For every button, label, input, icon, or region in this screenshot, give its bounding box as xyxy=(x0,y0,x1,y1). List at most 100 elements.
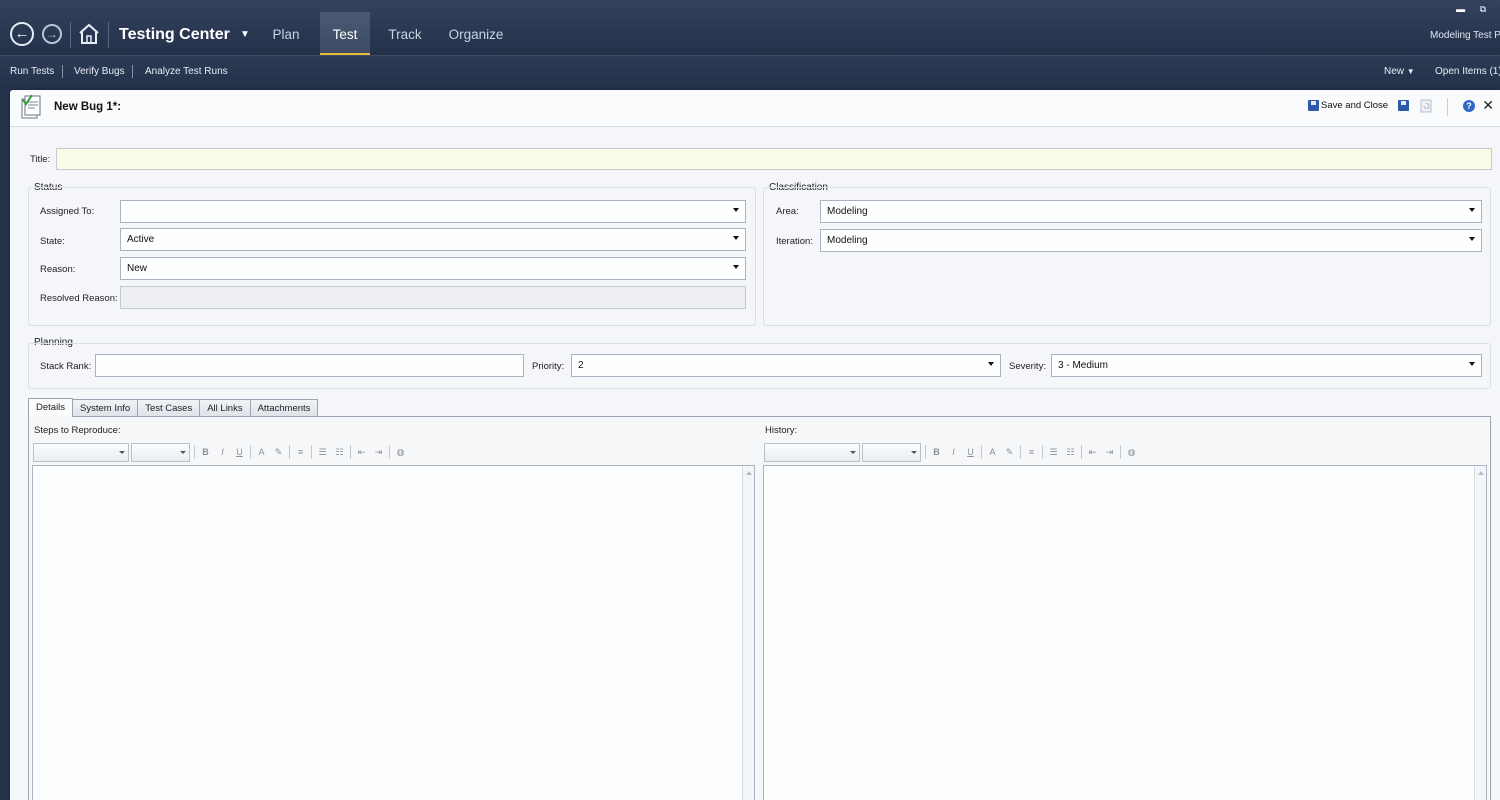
chevron-down-icon xyxy=(1469,362,1475,366)
steps-scrollbar[interactable] xyxy=(742,466,754,800)
subnav-divider xyxy=(132,65,133,78)
tab-test-cases[interactable]: Test Cases xyxy=(137,399,201,417)
font-family-combo[interactable] xyxy=(33,442,129,462)
open-items-button[interactable]: Open Items (1) xyxy=(1435,66,1500,77)
steps-to-reproduce-label: Steps to Reproduce: xyxy=(34,425,121,436)
font-color-icon[interactable]: A xyxy=(985,444,1000,460)
insert-image-icon[interactable]: ◍ xyxy=(1124,444,1139,460)
state-dropdown[interactable]: Active xyxy=(120,228,746,251)
severity-value: 3 - Medium xyxy=(1058,360,1109,371)
save-icon[interactable] xyxy=(1398,100,1409,111)
numbering-icon[interactable]: ☷ xyxy=(332,444,347,460)
tab-track[interactable]: Track xyxy=(380,12,430,56)
stack-rank-field[interactable] xyxy=(95,354,524,377)
forward-arrow-icon[interactable]: → xyxy=(42,24,62,44)
toolbar-divider xyxy=(925,445,926,459)
toolbar-divider xyxy=(1020,445,1021,459)
save-icon xyxy=(1308,100,1319,111)
italic-button[interactable]: I xyxy=(946,444,961,460)
bullets-icon[interactable]: ☰ xyxy=(315,444,330,460)
details-tab-panel: Steps to Reproduce: B I U A ✎ ≡ ☰ ☷ ⇤ ⇥ … xyxy=(28,416,1491,800)
indent-icon[interactable]: ⇥ xyxy=(371,444,386,460)
save-and-close-label: Save and Close xyxy=(1321,100,1389,111)
tab-details[interactable]: Details xyxy=(28,398,74,417)
area-dropdown[interactable]: Modeling xyxy=(820,200,1482,223)
tab-attachments[interactable]: Attachments xyxy=(249,399,319,417)
bug-document: New Bug 1*: Save and Close ? ✕ Title: St… xyxy=(10,90,1500,800)
bold-button[interactable]: B xyxy=(198,444,213,460)
subnav-verify-bugs[interactable]: Verify Bugs xyxy=(74,66,125,77)
new-menu-button[interactable]: New ▼ xyxy=(1384,66,1415,77)
state-value: Active xyxy=(127,234,155,245)
toolbar-divider xyxy=(1042,445,1043,459)
subnav-analyze-test-runs[interactable]: Analyze Test Runs xyxy=(145,66,228,77)
chevron-down-icon: ▼ xyxy=(1406,67,1415,76)
align-icon[interactable]: ≡ xyxy=(293,444,308,460)
assigned-to-dropdown[interactable] xyxy=(120,200,746,223)
highlight-icon[interactable]: ✎ xyxy=(271,444,286,460)
font-family-combo[interactable] xyxy=(764,442,860,462)
header-divider xyxy=(1447,98,1448,116)
numbering-icon[interactable]: ☷ xyxy=(1063,444,1078,460)
iteration-label: Iteration: xyxy=(776,236,813,247)
history-label: History: xyxy=(765,425,798,436)
indent-icon[interactable]: ⇥ xyxy=(1102,444,1117,460)
font-color-icon[interactable]: A xyxy=(254,444,269,460)
title-field[interactable] xyxy=(56,148,1492,170)
outdent-icon[interactable]: ⇤ xyxy=(1085,444,1100,460)
toolbar-divider xyxy=(289,445,290,459)
iteration-dropdown[interactable]: Modeling xyxy=(820,229,1482,252)
highlight-icon[interactable]: ✎ xyxy=(1002,444,1017,460)
insert-image-icon[interactable]: ◍ xyxy=(393,444,408,460)
reason-label: Reason: xyxy=(40,264,76,275)
new-menu-label: New xyxy=(1384,66,1405,77)
severity-label: Severity: xyxy=(1009,361,1046,372)
history-editor[interactable] xyxy=(763,465,1487,800)
help-icon[interactable]: ? xyxy=(1463,100,1475,112)
home-icon[interactable] xyxy=(78,22,100,46)
header-divider xyxy=(70,22,71,48)
tab-organize[interactable]: Organize xyxy=(440,12,512,56)
bold-button[interactable]: B xyxy=(929,444,944,460)
chevron-down-icon xyxy=(119,450,125,454)
steps-to-reproduce-editor[interactable] xyxy=(32,465,755,800)
resolved-reason-label: Resolved Reason: xyxy=(40,293,118,304)
tab-plan[interactable]: Plan xyxy=(262,12,310,56)
underline-button[interactable]: U xyxy=(232,444,247,460)
project-name[interactable]: Modeling Test P xyxy=(1430,30,1500,41)
close-icon[interactable]: ✕ xyxy=(1482,97,1494,114)
tab-all-links[interactable]: All Links xyxy=(199,399,251,417)
save-and-close-button[interactable]: Save and Close xyxy=(1308,100,1388,111)
app-header: ← → Testing Center ▼ Plan Test Track Org… xyxy=(0,0,1500,246)
chevron-down-icon xyxy=(988,362,994,366)
font-size-combo[interactable] xyxy=(862,442,921,462)
priority-dropdown[interactable]: 2 xyxy=(571,354,1001,377)
chevron-down-icon xyxy=(733,236,739,240)
area-label: Area: xyxy=(776,206,799,217)
font-size-combo[interactable] xyxy=(131,442,190,462)
tab-test[interactable]: Test xyxy=(320,12,370,56)
back-arrow-icon[interactable]: ← xyxy=(10,22,34,46)
toolbar-divider xyxy=(311,445,312,459)
chevron-down-icon xyxy=(180,450,186,454)
bullets-icon[interactable]: ☰ xyxy=(1046,444,1061,460)
tab-system-info[interactable]: System Info xyxy=(72,399,139,417)
chevron-down-icon xyxy=(850,450,856,454)
severity-dropdown[interactable]: 3 - Medium xyxy=(1051,354,1482,377)
state-label: State: xyxy=(40,236,65,247)
refresh-icon[interactable] xyxy=(1420,99,1432,113)
italic-button[interactable]: I xyxy=(215,444,230,460)
outdent-icon[interactable]: ⇤ xyxy=(354,444,369,460)
subnav-run-tests[interactable]: Run Tests xyxy=(10,66,54,77)
history-scrollbar[interactable] xyxy=(1474,466,1486,800)
underline-button[interactable]: U xyxy=(963,444,978,460)
app-menu-caret-icon[interactable]: ▼ xyxy=(240,29,250,40)
align-icon[interactable]: ≡ xyxy=(1024,444,1039,460)
document-header: New Bug 1*: Save and Close ? ✕ xyxy=(10,90,1500,127)
window-controls[interactable]: ▬ ⧉ xyxy=(1456,4,1492,15)
reason-dropdown[interactable]: New xyxy=(120,257,746,280)
app-title: Testing Center xyxy=(119,26,230,43)
toolbar-divider xyxy=(194,445,195,459)
priority-label: Priority: xyxy=(532,361,565,372)
reason-value: New xyxy=(127,263,148,274)
